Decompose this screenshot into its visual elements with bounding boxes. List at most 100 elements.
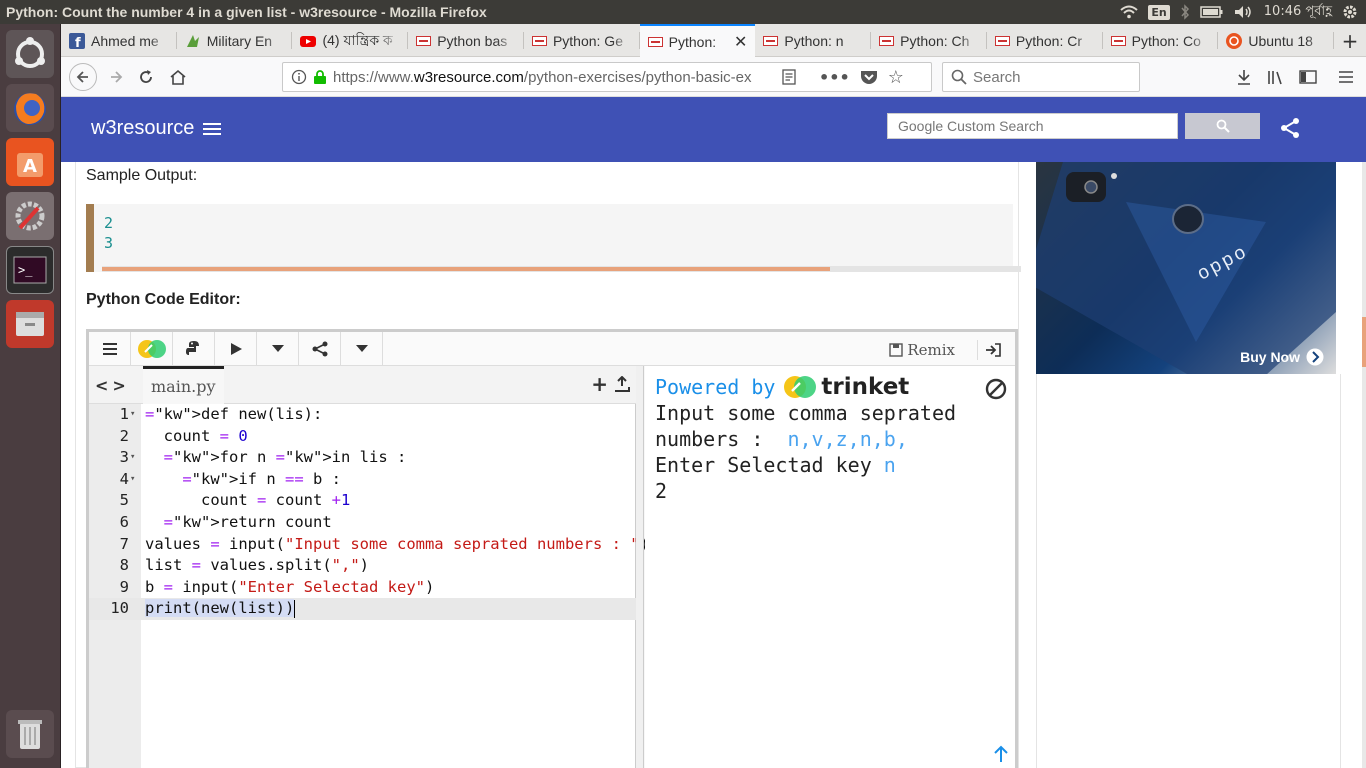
buy-now-button[interactable]: Buy Now [1240,348,1324,366]
code-line[interactable]: 4 ▾ ="kw">if n == b : [89,469,636,491]
powered-by-trinket[interactable]: Powered by trinket [655,374,909,400]
home-button[interactable] [165,65,191,89]
code-area[interactable]: 1 ▾ ="kw">def new(lis): 2 count = 0 3 ▾ ="k… [89,404,649,620]
firefox-icon[interactable] [6,84,54,132]
w3resource-icon [763,35,779,46]
youtube-icon [300,33,317,49]
new-tab-button[interactable]: + [1334,24,1366,57]
hamburger-menu-icon[interactable] [202,121,222,137]
google-search-button[interactable] [1185,113,1260,139]
clock[interactable]: 10:46 পূর্বাহ্ণ [1264,2,1332,23]
w3resource-icon [647,36,663,47]
advertisement-banner[interactable]: oppo Buy Now [1036,162,1336,374]
code-line[interactable]: 7 values = input("Input some comma seprat… [89,534,649,556]
file-tab-main[interactable]: main.py [143,366,224,404]
url-bar[interactable]: https://www.w3resource.com/python-exerci… [282,62,932,92]
battery-icon[interactable] [1200,6,1224,18]
code-line[interactable]: 3 ▾ ="kw">for n ="kw">in lis : [89,447,636,469]
browser-tab-active[interactable]: Python: ✕ [639,24,756,57]
system-settings-icon[interactable] [6,192,54,240]
trinket-share-icon[interactable] [299,332,341,366]
run-options-dropdown[interactable] [257,332,299,366]
reader-view-icon[interactable] [781,69,797,85]
close-tab-icon[interactable]: ✕ [734,32,747,52]
scroll-to-top-icon[interactable] [993,745,1009,768]
code-line[interactable]: 6 ="kw">return count [89,512,636,534]
sidebar-icon[interactable] [1295,65,1321,89]
browser-tab[interactable]: Python: n [755,24,871,57]
output-console[interactable]: Powered by trinket Input some comma sepr… [645,366,1015,768]
run-button[interactable] [215,332,257,366]
reload-button[interactable] [133,65,159,89]
browser-tab[interactable]: Python: Ge [524,24,640,57]
remix-button[interactable]: Remix [889,341,955,359]
pocket-icon[interactable] [860,69,878,85]
sign-in-icon[interactable] [977,340,1007,360]
code-line[interactable]: 1 ▾ ="kw">def new(lis): [89,404,636,426]
bookmark-star-icon[interactable]: ☆ [888,67,904,88]
secure-lock-icon[interactable] [313,69,327,85]
forward-button[interactable] [103,65,129,89]
trinket-menu-button[interactable] [89,332,131,366]
terminal-icon[interactable]: >_ [6,246,54,294]
google-custom-search-input[interactable]: Google Custom Search [887,113,1178,139]
w3resource-icon [1110,35,1126,46]
file-manager-icon[interactable] [6,300,54,348]
upload-icon[interactable] [614,376,630,392]
browser-search-box[interactable]: Search [942,62,1140,92]
browser-tab[interactable]: Python: Cr [987,24,1103,57]
menu-icon[interactable] [1333,65,1359,89]
browser-nav-bar: https://www.w3resource.com/python-exerci… [61,57,1366,97]
browser-tab[interactable]: Military En [177,24,293,57]
code-line[interactable]: 2 count = 0 [89,426,636,448]
panel-resize-handle[interactable] [636,366,644,768]
wifi-icon[interactable] [1120,5,1139,19]
trinket-logo-icon[interactable] [131,332,173,366]
add-file-icon[interactable]: + [591,374,608,394]
share-options-dropdown[interactable] [341,332,383,366]
trinket-toolbar: Remix [89,332,1015,366]
ubuntu-dash-icon[interactable] [6,30,54,78]
facebook-icon: f [69,32,85,49]
library-icon[interactable] [1263,65,1289,89]
browser-tab[interactable]: Ubuntu 18 [1218,24,1334,57]
python-icon[interactable] [173,332,215,366]
page-scrollbar[interactable] [1362,162,1366,768]
file-nav-arrows-icon[interactable]: <> [95,376,130,395]
url-text[interactable]: https://www.w3resource.com/python-exerci… [333,69,773,86]
code-line[interactable]: 5 count = count +1 [89,490,636,512]
browser-tab-bar: f Ahmed me Military En (4) যান্ত্রিক ক P… [61,24,1366,57]
code-line[interactable]: 9b = input("Enter Selectad key") [89,577,636,599]
browser-tab[interactable]: Python: Ch [871,24,987,57]
browser-tab[interactable]: (4) যান্ত্রিক ক [292,24,408,57]
info-icon[interactable] [291,69,307,85]
bluetooth-icon[interactable] [1180,4,1190,20]
back-button[interactable] [69,63,97,91]
browser-tab[interactable]: f Ahmed me [61,24,177,57]
ubuntu-launcher: A >_ [0,24,61,768]
code-line[interactable]: 8 list = values.split(",") [89,555,636,577]
horizontal-scrollbar[interactable] [102,266,1021,272]
browser-tab[interactable]: Python bas [408,24,524,57]
right-sidebar [1036,374,1341,768]
w3resource-icon [416,35,432,46]
sample-output-line: 3 [104,234,114,252]
main-content: Sample Output: 2 3 Python Code Editor: R… [75,162,1021,768]
settings-gear-icon[interactable] [1342,4,1358,20]
share-icon[interactable] [1279,117,1301,143]
keyboard-layout-indicator[interactable]: En [1148,4,1170,20]
save-icon [889,343,904,357]
svg-text:>_: >_ [18,263,33,277]
trash-icon[interactable] [6,710,54,758]
w3resource-icon [994,35,1010,46]
svg-text:f: f [75,36,81,49]
code-line-active[interactable]: 10 print(new(list)) [89,598,636,620]
page-viewport: w3resource Google Custom Search Sample O… [61,97,1366,768]
site-logo[interactable]: w3resource [91,117,222,140]
stop-icon[interactable] [985,378,1007,404]
browser-tab[interactable]: Python: Co [1103,24,1219,57]
volume-icon[interactable] [1234,5,1254,19]
downloads-icon[interactable] [1231,65,1257,89]
software-center-icon[interactable]: A [6,138,54,186]
page-actions-icon[interactable]: ••• [819,68,850,87]
